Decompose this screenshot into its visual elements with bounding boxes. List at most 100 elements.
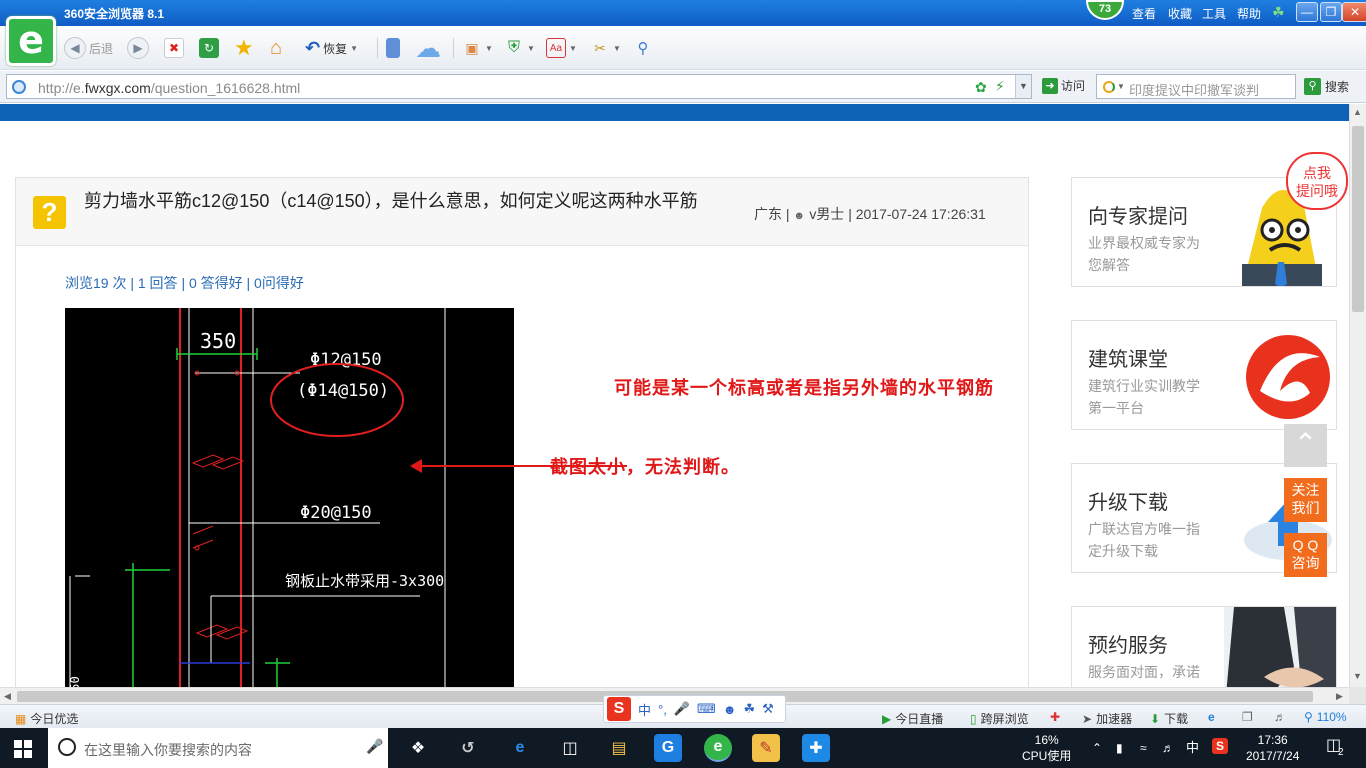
ime-toolbar[interactable]: S 中 °, 🎤 ⌨ ☻ ☘ ⚒ (603, 695, 786, 723)
follow-us-button[interactable]: 关注 我们 (1284, 478, 1327, 522)
user-center-icon[interactable]: ☻ (723, 702, 737, 717)
wrench-icon[interactable]: ⚒ (762, 701, 774, 717)
window-switch-button[interactable]: ❐ (1242, 710, 1253, 724)
360-browser-icon[interactable]: e (704, 734, 732, 762)
cpu-usage[interactable]: 16% CPU使用 (1022, 732, 1071, 764)
clock[interactable]: 17:36 2017/7/24 (1246, 732, 1299, 764)
cloud-button[interactable]: ☁ (415, 33, 441, 63)
translate-button[interactable]: Aa ▼ (546, 35, 577, 61)
cortana-icon[interactable] (58, 738, 76, 756)
stop-button[interactable]: ✖ (164, 35, 184, 61)
back-to-top-button[interactable]: ⌃ (1284, 424, 1327, 467)
scroll-left-icon[interactable]: ◀ (4, 691, 11, 702)
browser-logo-icon[interactable]: e (6, 16, 56, 66)
restore-button[interactable]: ↶ 恢复 ▼ (305, 35, 358, 61)
start-icon[interactable] (14, 740, 32, 758)
close-button[interactable]: ✕ (1342, 2, 1366, 22)
voice-icon[interactable]: 🎤 (674, 701, 690, 717)
store-icon[interactable]: ◫ (556, 734, 584, 762)
scroll-up-icon[interactable]: ▲ (1353, 107, 1362, 117)
maximize-button[interactable]: ❐ (1320, 2, 1342, 22)
annotation-note-2: 截图太小，无法判断。 (550, 457, 740, 478)
skin-icon[interactable]: ☘ (1272, 4, 1290, 20)
input-method-indicator[interactable]: 中 (1186, 740, 1199, 756)
zoom-level[interactable]: ⚲ 110% (1304, 710, 1347, 724)
go-button[interactable]: ➜ 访问 (1042, 77, 1085, 94)
ie-mode-button[interactable]: e (1208, 710, 1215, 724)
taskbar-search[interactable]: 在这里输入你要搜索的内容 🎤 (48, 728, 388, 768)
compat-mode-icon[interactable]: ✿ (975, 79, 987, 96)
live-button[interactable]: ▶ 今日直播 (882, 710, 943, 727)
card-title: 预约服务 (1088, 635, 1168, 657)
mobile-button[interactable] (386, 35, 400, 61)
punctuation-icon[interactable]: °, (658, 702, 667, 717)
apps-button[interactable]: ▣ ▼ (462, 35, 493, 61)
speed-mode-icon[interactable]: ⚡ (995, 78, 1005, 95)
card-appointment[interactable]: 预约服务 服务面对面，承诺之诺之 (1071, 606, 1337, 687)
zoom-button[interactable]: ⚲ (633, 35, 653, 61)
menu-help[interactable]: 帮助 (1237, 5, 1261, 22)
search-engine-icon[interactable] (1103, 81, 1115, 93)
address-bar[interactable]: http://e.fwxgx.com/question_1616628.html… (6, 74, 1032, 99)
today-picks[interactable]: ▦ 今日优选 (15, 710, 78, 727)
card-title: 升级下载 (1088, 492, 1168, 514)
download-button[interactable]: ⬇ 下载 (1150, 710, 1188, 727)
forward-button[interactable]: ▶ (127, 35, 149, 61)
wifi-icon[interactable]: ≈ (1140, 740, 1147, 756)
microphone-icon[interactable]: 🎤 (366, 738, 383, 755)
battery-icon[interactable]: ▮ (1116, 740, 1123, 756)
feiq-icon[interactable]: ✚ (802, 734, 830, 762)
score-badge[interactable]: 73 (1086, 0, 1124, 20)
sogou-tray-icon[interactable]: S (1212, 738, 1228, 754)
address-dropdown-icon[interactable]: ▼ (1015, 75, 1031, 98)
security-button[interactable]: ⛨ ▼ (504, 35, 535, 61)
phone-small-icon: ▯ (970, 711, 977, 726)
home-button[interactable]: ⌂ (270, 35, 282, 61)
search-input[interactable]: 印度提议中印撤军谈判 (1129, 80, 1259, 99)
cad-label-c20: Φ20@150 (300, 503, 372, 523)
user-icon: ☻ (793, 210, 805, 222)
url-text[interactable]: http://e.fwxgx.com/question_1616628.html (38, 80, 300, 96)
accelerator-button[interactable]: ➤ 加速器 (1082, 710, 1132, 727)
card-course[interactable]: 建筑课堂 建筑行业实训教学第一平台 (1071, 320, 1337, 430)
screenshot-button[interactable]: ✂ ▼ (590, 35, 621, 61)
site-header-bar (0, 104, 1349, 121)
glodon-icon[interactable]: G (654, 734, 682, 762)
search-button[interactable]: ⚲ 搜索 (1304, 78, 1349, 95)
skin-shirt-icon[interactable]: ☘ (743, 701, 755, 717)
cad-drawing-image[interactable]: 350 Φ12@150 (Φ14@150) Φ20@150 钢板止水带采用-3x… (65, 308, 514, 687)
minimize-button[interactable]: — (1296, 2, 1318, 22)
menu-tools[interactable]: 工具 (1202, 5, 1226, 22)
file-explorer-icon[interactable]: ▤ (605, 734, 633, 762)
keyboard-icon[interactable]: ⌨ (697, 701, 716, 717)
taskbar-search-input[interactable]: 在这里输入你要搜索的内容 (84, 740, 252, 760)
refresh-button[interactable]: ↻ (199, 35, 219, 61)
window-title: 360安全浏览器 8.1 (64, 7, 165, 21)
back-button[interactable]: ◀ 后退 (64, 35, 113, 61)
qq-consult-button[interactable]: Q Q 咨询 (1284, 533, 1327, 577)
question-mark-icon: ? (33, 196, 66, 229)
ime-mode[interactable]: 中 (638, 700, 651, 719)
menu-favorites[interactable]: 收藏 (1168, 5, 1192, 22)
vertical-scroll-thumb[interactable] (1352, 126, 1364, 312)
cross-screen-button[interactable]: ▯ 跨屏浏览 (970, 710, 1029, 727)
scroll-right-icon[interactable]: ▶ (1336, 691, 1343, 702)
edge-icon[interactable]: e (506, 734, 534, 762)
security-status[interactable]: ✚ (1050, 710, 1060, 724)
tray-chevron-icon[interactable]: ⌃ (1092, 740, 1102, 756)
ask-bubble[interactable]: 点我 提问哦 (1286, 152, 1348, 210)
windows-taskbar: 在这里输入你要搜索的内容 🎤 ❖ ↺ e ◫ ▤ G e ✎ ✚ 16% CPU… (0, 728, 1366, 768)
vertical-scrollbar[interactable]: ▲ ▼ (1349, 104, 1366, 687)
question-user[interactable]: v男士 (809, 206, 844, 222)
question-region[interactable]: 广东 (754, 206, 782, 222)
notes-icon[interactable]: ✎ (752, 734, 780, 762)
browser-swirl-icon[interactable]: ↺ (454, 734, 482, 762)
task-view-icon[interactable]: ❖ (404, 734, 432, 762)
volume-button[interactable]: ♬ (1274, 710, 1286, 724)
play-icon: ▶ (882, 711, 892, 726)
menu-view[interactable]: 查看 (1132, 5, 1156, 22)
volume-tray-icon[interactable]: ♬ (1162, 740, 1174, 756)
scroll-down-icon[interactable]: ▼ (1353, 671, 1362, 681)
search-box[interactable]: ▼ 印度提议中印撤军谈判 (1096, 74, 1296, 99)
favorite-button[interactable]: ★ (234, 35, 254, 61)
